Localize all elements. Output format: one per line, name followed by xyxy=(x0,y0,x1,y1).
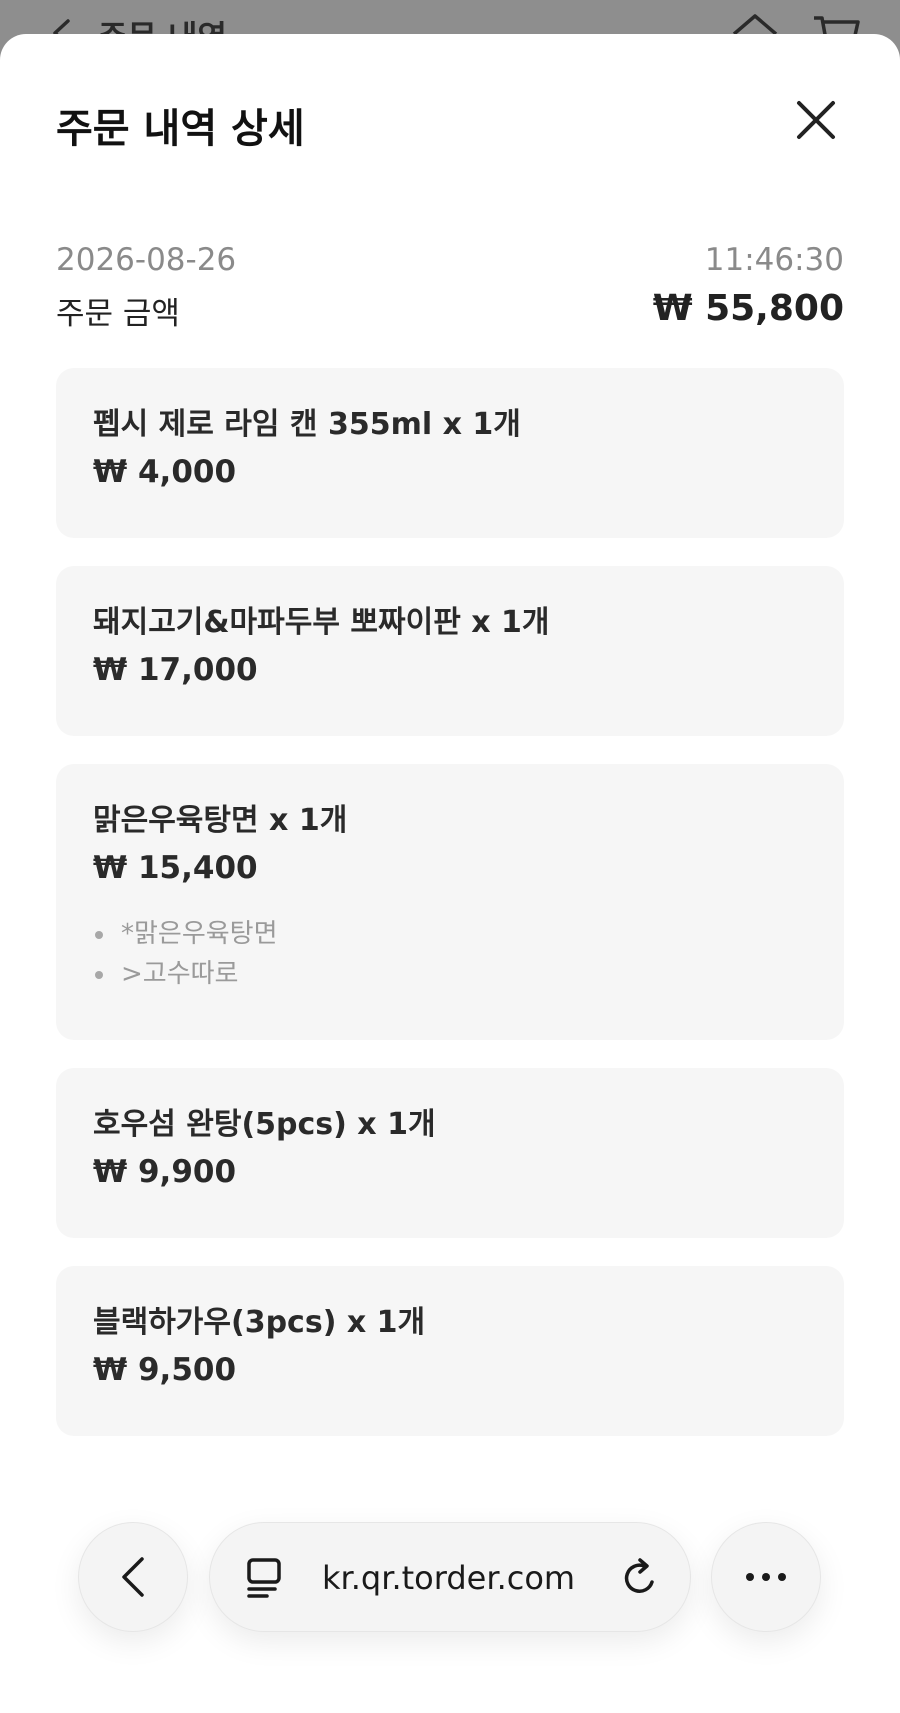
item-name: 펩시 제로 라임 캔 355ml x 1개 xyxy=(93,407,521,442)
order-item-card: 돼지고기&마파두부 뽀짜이판 x 1개 ₩ 17,000 xyxy=(56,566,844,736)
browser-toolbar: kr.qr.torder.com xyxy=(0,1522,900,1634)
reload-icon xyxy=(624,1558,654,1593)
item-options-list: *맑은우육탕면 >고수따로 xyxy=(93,914,807,994)
item-price: ₩ 15,400 xyxy=(93,850,258,886)
order-item-card: 호우섬 완탕(5pcs) x 1개 ₩ 9,900 xyxy=(56,1068,844,1238)
item-option: >고수따로 xyxy=(93,954,807,994)
order-time: 11:46:30 xyxy=(704,242,844,278)
order-item-card: 맑은우육탕면 x 1개 ₩ 15,400 *맑은우육탕면 >고수따로 xyxy=(56,764,844,1040)
url-text: kr.qr.torder.com xyxy=(322,1559,576,1597)
reload-button[interactable] xyxy=(618,1556,662,1604)
order-date: 2026-08-26 xyxy=(56,242,237,278)
order-item-card: 블랙하가우(3pcs) x 1개 ₩ 9,500 xyxy=(56,1266,844,1436)
close-button[interactable] xyxy=(790,94,842,146)
item-name: 돼지고기&마파두부 뽀짜이판 x 1개 xyxy=(93,605,550,640)
item-option: *맑은우육탕면 xyxy=(93,914,807,954)
item-price: ₩ 9,900 xyxy=(93,1154,237,1190)
close-icon xyxy=(797,101,835,139)
more-button[interactable] xyxy=(711,1522,821,1632)
item-name: 호우섬 완탕(5pcs) x 1개 xyxy=(93,1107,436,1142)
order-amount-value: ₩ 55,800 xyxy=(652,288,844,329)
item-name: 맑은우육탕면 x 1개 xyxy=(93,803,348,838)
item-price: ₩ 17,000 xyxy=(93,652,258,688)
order-amount-label: 주문 금액 xyxy=(56,296,180,332)
address-bar[interactable]: kr.qr.torder.com xyxy=(209,1522,691,1632)
more-horizontal-icon xyxy=(746,1573,786,1581)
item-name: 블랙하가우(3pcs) x 1개 xyxy=(93,1305,426,1340)
order-item-card: 펩시 제로 라임 캔 355ml x 1개 ₩ 4,000 xyxy=(56,368,844,538)
item-price: ₩ 9,500 xyxy=(93,1352,237,1388)
chevron-left-icon xyxy=(122,1557,144,1597)
tabs-icon[interactable] xyxy=(245,1556,285,1604)
sheet-title: 주문 내역 상세 xyxy=(56,106,305,152)
browser-back-button[interactable] xyxy=(78,1522,188,1632)
item-price: ₩ 4,000 xyxy=(93,454,237,490)
